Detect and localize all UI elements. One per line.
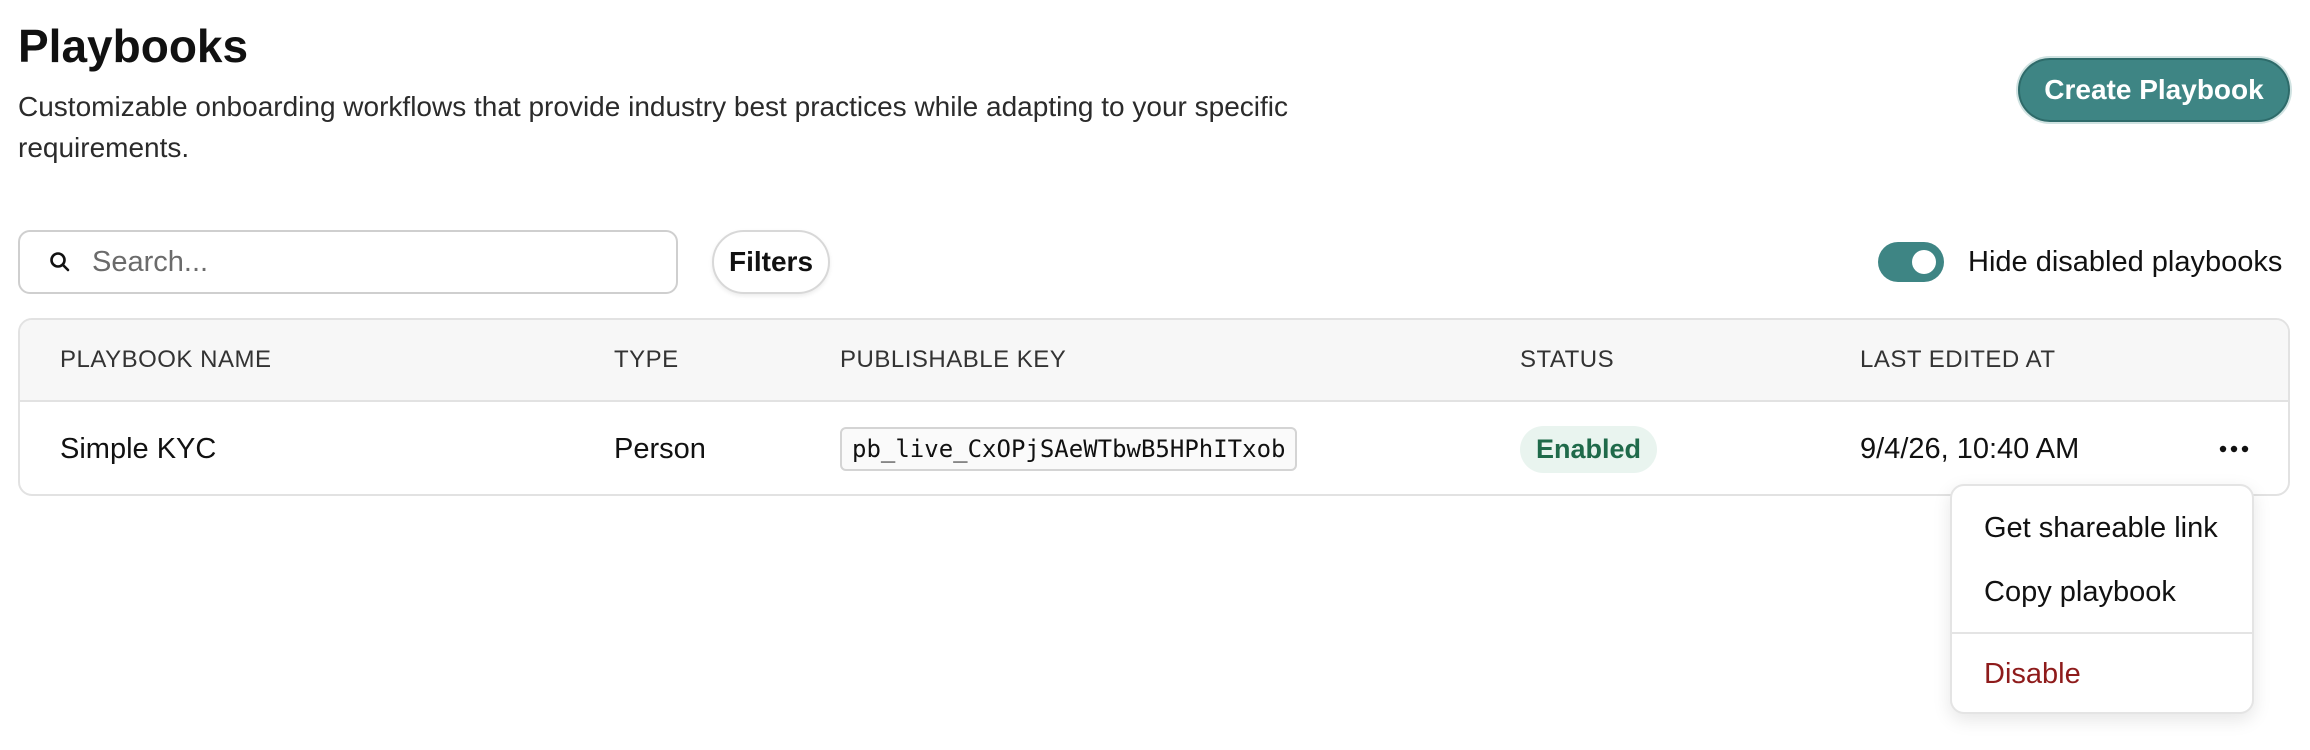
page-title: Playbooks bbox=[18, 20, 249, 72]
row-actions-button[interactable] bbox=[2210, 428, 2258, 470]
hide-disabled-toggle[interactable] bbox=[1878, 242, 1944, 282]
more-horizontal-icon bbox=[2219, 445, 2249, 453]
create-playbook-button[interactable]: Create Playbook bbox=[2018, 58, 2290, 122]
column-header-status[interactable]: STATUS bbox=[1520, 320, 1614, 400]
hide-disabled-label: Hide disabled playbooks bbox=[1968, 245, 2283, 278]
table-header: PLAYBOOK NAME TYPE PUBLISHABLE KEY STATU… bbox=[20, 320, 2288, 402]
menu-item-get-shareable-link[interactable]: Get shareable link bbox=[1952, 500, 2252, 556]
search-icon bbox=[48, 250, 72, 274]
search-box[interactable] bbox=[18, 230, 678, 294]
status-cell: Enabled bbox=[1520, 402, 1658, 494]
row-actions-menu: Get shareable link Copy playbook Disable bbox=[1950, 484, 2254, 714]
playbook-type: Person bbox=[614, 432, 706, 465]
column-header-name[interactable]: PLAYBOOK NAME bbox=[60, 320, 271, 400]
toggle-knob bbox=[1912, 250, 1936, 274]
column-header-type[interactable]: TYPE bbox=[614, 320, 679, 400]
column-header-last-edited[interactable]: LAST EDITED AT bbox=[1860, 320, 2056, 400]
page-description: Customizable onboarding workflows that p… bbox=[18, 91, 1288, 163]
publishable-key-cell: pb_live_CxOPjSAeWTbwB5HPhITxob bbox=[840, 402, 1298, 494]
menu-item-copy-playbook[interactable]: Copy playbook bbox=[1952, 564, 2252, 620]
menu-divider bbox=[1952, 632, 2252, 634]
last-edited: 9/4/26, 10:40 AM bbox=[1860, 432, 2080, 465]
hide-disabled-toggle-group: Hide disabled playbooks bbox=[1878, 240, 2282, 284]
column-header-key[interactable]: PUBLISHABLE KEY bbox=[840, 320, 1066, 400]
table-row[interactable]: Simple KYC Person pb_live_CxOPjSAeWTbwB5… bbox=[20, 402, 2288, 494]
search-input[interactable] bbox=[90, 232, 676, 292]
status-badge: Enabled bbox=[1520, 425, 1658, 473]
publishable-key[interactable]: pb_live_CxOPjSAeWTbwB5HPhITxob bbox=[840, 427, 1298, 471]
playbooks-table: PLAYBOOK NAME TYPE PUBLISHABLE KEY STATU… bbox=[18, 318, 2290, 496]
filters-button[interactable]: Filters bbox=[712, 230, 830, 294]
menu-item-disable[interactable]: Disable bbox=[1952, 646, 2252, 702]
playbook-name: Simple KYC bbox=[60, 432, 217, 465]
